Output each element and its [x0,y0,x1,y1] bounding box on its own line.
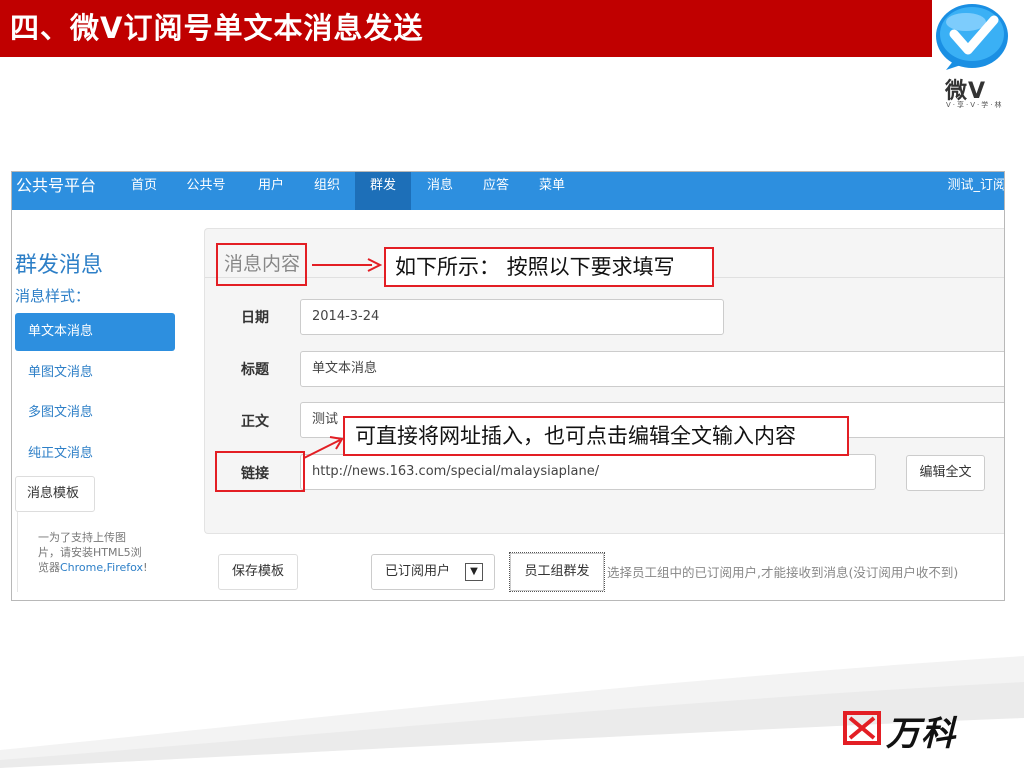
audience-select[interactable]: 已订阅用户 ▼ [371,554,495,590]
decorative-swoosh [0,656,1024,768]
note-line: 一为了支持上传图 [38,531,126,544]
link-input[interactable]: http://news.163.com/special/malaysiaplan… [300,454,876,490]
slide-title: 四、微V订阅号单文本消息发送 [10,11,424,45]
vanke-brand-text: 万科 [886,714,956,754]
body-label: 正文 [241,414,269,430]
note-line: 片，请安装HTML5浏 [38,546,142,559]
group-send-hint: 选择员工组中的已订阅用户,才能接收到消息(没订阅用户收不到) [607,565,959,580]
html5-browser-note: 一为了支持上传图 片，请安装HTML5浏 览器Chrome,Firefox! [17,512,167,592]
vanke-logo-icon [843,711,881,745]
message-template-button[interactable]: 消息模板 [15,476,95,512]
nav-item-messages[interactable]: 消息 [422,172,458,210]
note-browser-names: Chrome,Firefox [60,561,144,574]
link-label-highlight [215,451,305,492]
note-text: 览器 [38,561,60,574]
nav-item-public-account[interactable]: 公共号 [183,172,229,210]
chevron-down-icon[interactable]: ▼ [465,563,483,581]
nav-item-reply[interactable]: 应答 [478,172,514,210]
title-input[interactable]: 单文本消息 [300,351,1004,387]
note-text: ! [143,561,148,574]
nav-item-home[interactable]: 首页 [126,172,162,210]
weiv-logo-subtext: V·享·V·学·林 [946,101,1004,109]
top-navbar: 公共号平台 首页 公共号 用户 组织 群发 消息 应答 菜单 测试_订阅 [12,172,1004,210]
sidebar-item-multi-image-text[interactable]: 多图文消息 [15,394,175,432]
sidebar-subtitle: 消息样式： [15,287,91,305]
arrow-right-icon [312,258,383,272]
nav-item-broadcast[interactable]: 群发 [355,172,411,210]
platform-brand[interactable]: 公共号平台 [16,175,96,197]
sidebar-title: 群发消息 [15,253,104,278]
link-instruction-callout: 可直接将网址插入，也可点击编辑全文输入内容 [343,416,849,456]
nav-item-menu[interactable]: 菜单 [534,172,570,210]
edit-full-text-button[interactable]: 编辑全文 [906,455,985,491]
sidebar-item-plain-text[interactable]: 纯正文消息 [15,435,175,473]
save-template-button[interactable]: 保存模板 [218,554,298,590]
nav-item-org[interactable]: 组织 [309,172,345,210]
nav-item-users[interactable]: 用户 [253,172,289,210]
date-input[interactable]: 2014-3-24 [300,299,724,335]
group-send-button[interactable]: 员工组群发 [509,552,605,592]
app-screenshot: 公共号平台 首页 公共号 用户 组织 群发 消息 应答 菜单 测试_订阅 群发消… [11,171,1005,601]
audience-select-value: 已订阅用户 [385,564,451,579]
sidebar-item-single-image-text[interactable]: 单图文消息 [15,354,175,392]
date-label: 日期 [241,310,269,326]
note-line: 览器Chrome,Firefox! [38,560,167,575]
title-label: 标题 [241,362,269,378]
nav-user-account[interactable]: 测试_订阅 [947,172,1004,200]
fill-instruction-callout: 如下所示： 按照以下要求填写 [384,247,714,287]
panel-title-highlight [216,243,307,286]
sidebar-item-single-text[interactable]: 单文本消息 [15,313,175,351]
arrow-up-right-icon [303,436,344,459]
